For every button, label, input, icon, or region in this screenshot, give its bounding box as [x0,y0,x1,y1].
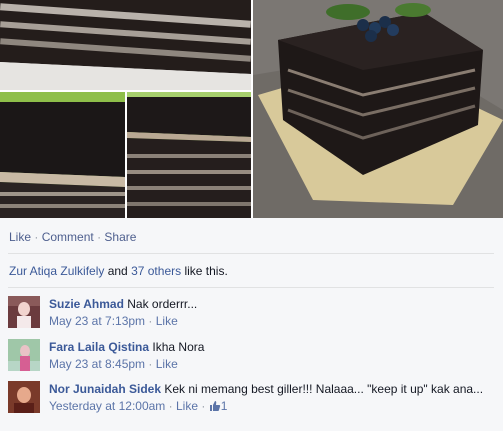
comment-author[interactable]: Fara Laila Qistina [49,340,149,354]
avatar[interactable] [8,339,40,371]
comment-link[interactable]: Comment [42,230,94,244]
cake-photo-3[interactable] [0,92,125,218]
comment: Nor Junaidah Sidek Kek ni memang best gi… [8,381,494,431]
comment-author[interactable]: Suzie Ahmad [49,297,124,311]
cake-photo-4[interactable] [127,92,251,218]
comment-text: Kek ni memang best giller!!! Nalaaa... "… [164,382,484,396]
share-link[interactable]: Share [104,230,136,244]
divider [8,287,494,288]
comment: Fara Laila Qistina Ikha Nora May 23 at 8… [8,339,494,373]
likes-and: and [104,264,132,278]
like-link[interactable]: Like [9,230,31,244]
like-count: 1 [220,399,228,413]
avatar[interactable] [8,381,40,413]
likes-suffix: like this. [181,264,228,278]
cake-photo-2[interactable] [253,0,503,218]
photo-collage [0,0,503,218]
likes-summary: Zur Atiqa Zulkifely and 37 others like t… [9,264,228,278]
comment-text: Nak orderrr... [127,297,198,311]
post-actions: Like · Comment · Share [9,230,136,244]
avatar[interactable] [8,296,40,328]
divider [8,253,494,254]
comment-timestamp[interactable]: May 23 at 7:13pm [49,314,145,328]
comment-meta: Yesterday at 12:00am · Like · 1 [49,398,494,415]
meta-separator: · [148,357,153,371]
thumbs-up-icon [209,401,220,411]
comment-timestamp[interactable]: May 23 at 8:45pm [49,357,145,371]
liker-name-link[interactable]: Zur Atiqa Zulkifely [9,264,104,278]
comment: Suzie Ahmad Nak orderrr... May 23 at 7:1… [8,296,494,330]
comment-like-count[interactable]: 1 [209,399,228,413]
others-link[interactable]: 37 others [131,264,181,278]
comment-body: Nor Junaidah Sidek Kek ni memang best gi… [49,381,494,415]
comment-like-link[interactable]: Like [156,314,178,328]
comment-body: Fara Laila Qistina Ikha Nora May 23 at 8… [49,339,494,373]
meta-separator: · [168,399,173,413]
comment-like-link[interactable]: Like [156,357,178,371]
comment-like-link[interactable]: Like [176,399,198,413]
meta-separator: · [201,399,206,413]
action-separator: · [34,230,39,244]
comment-meta: May 23 at 8:45pm · Like [49,356,494,373]
comment-author[interactable]: Nor Junaidah Sidek [49,382,161,396]
comment-meta: May 23 at 7:13pm · Like [49,313,494,330]
comment-text: Ikha Nora [152,340,205,354]
cake-photo-1[interactable] [0,0,251,90]
comment-body: Suzie Ahmad Nak orderrr... May 23 at 7:1… [49,296,494,330]
post-feedback: Like · Comment · Share Zur Atiqa Zulkife… [0,218,503,431]
meta-separator: · [148,314,153,328]
action-separator: · [97,230,102,244]
comment-timestamp[interactable]: Yesterday at 12:00am [49,399,165,413]
